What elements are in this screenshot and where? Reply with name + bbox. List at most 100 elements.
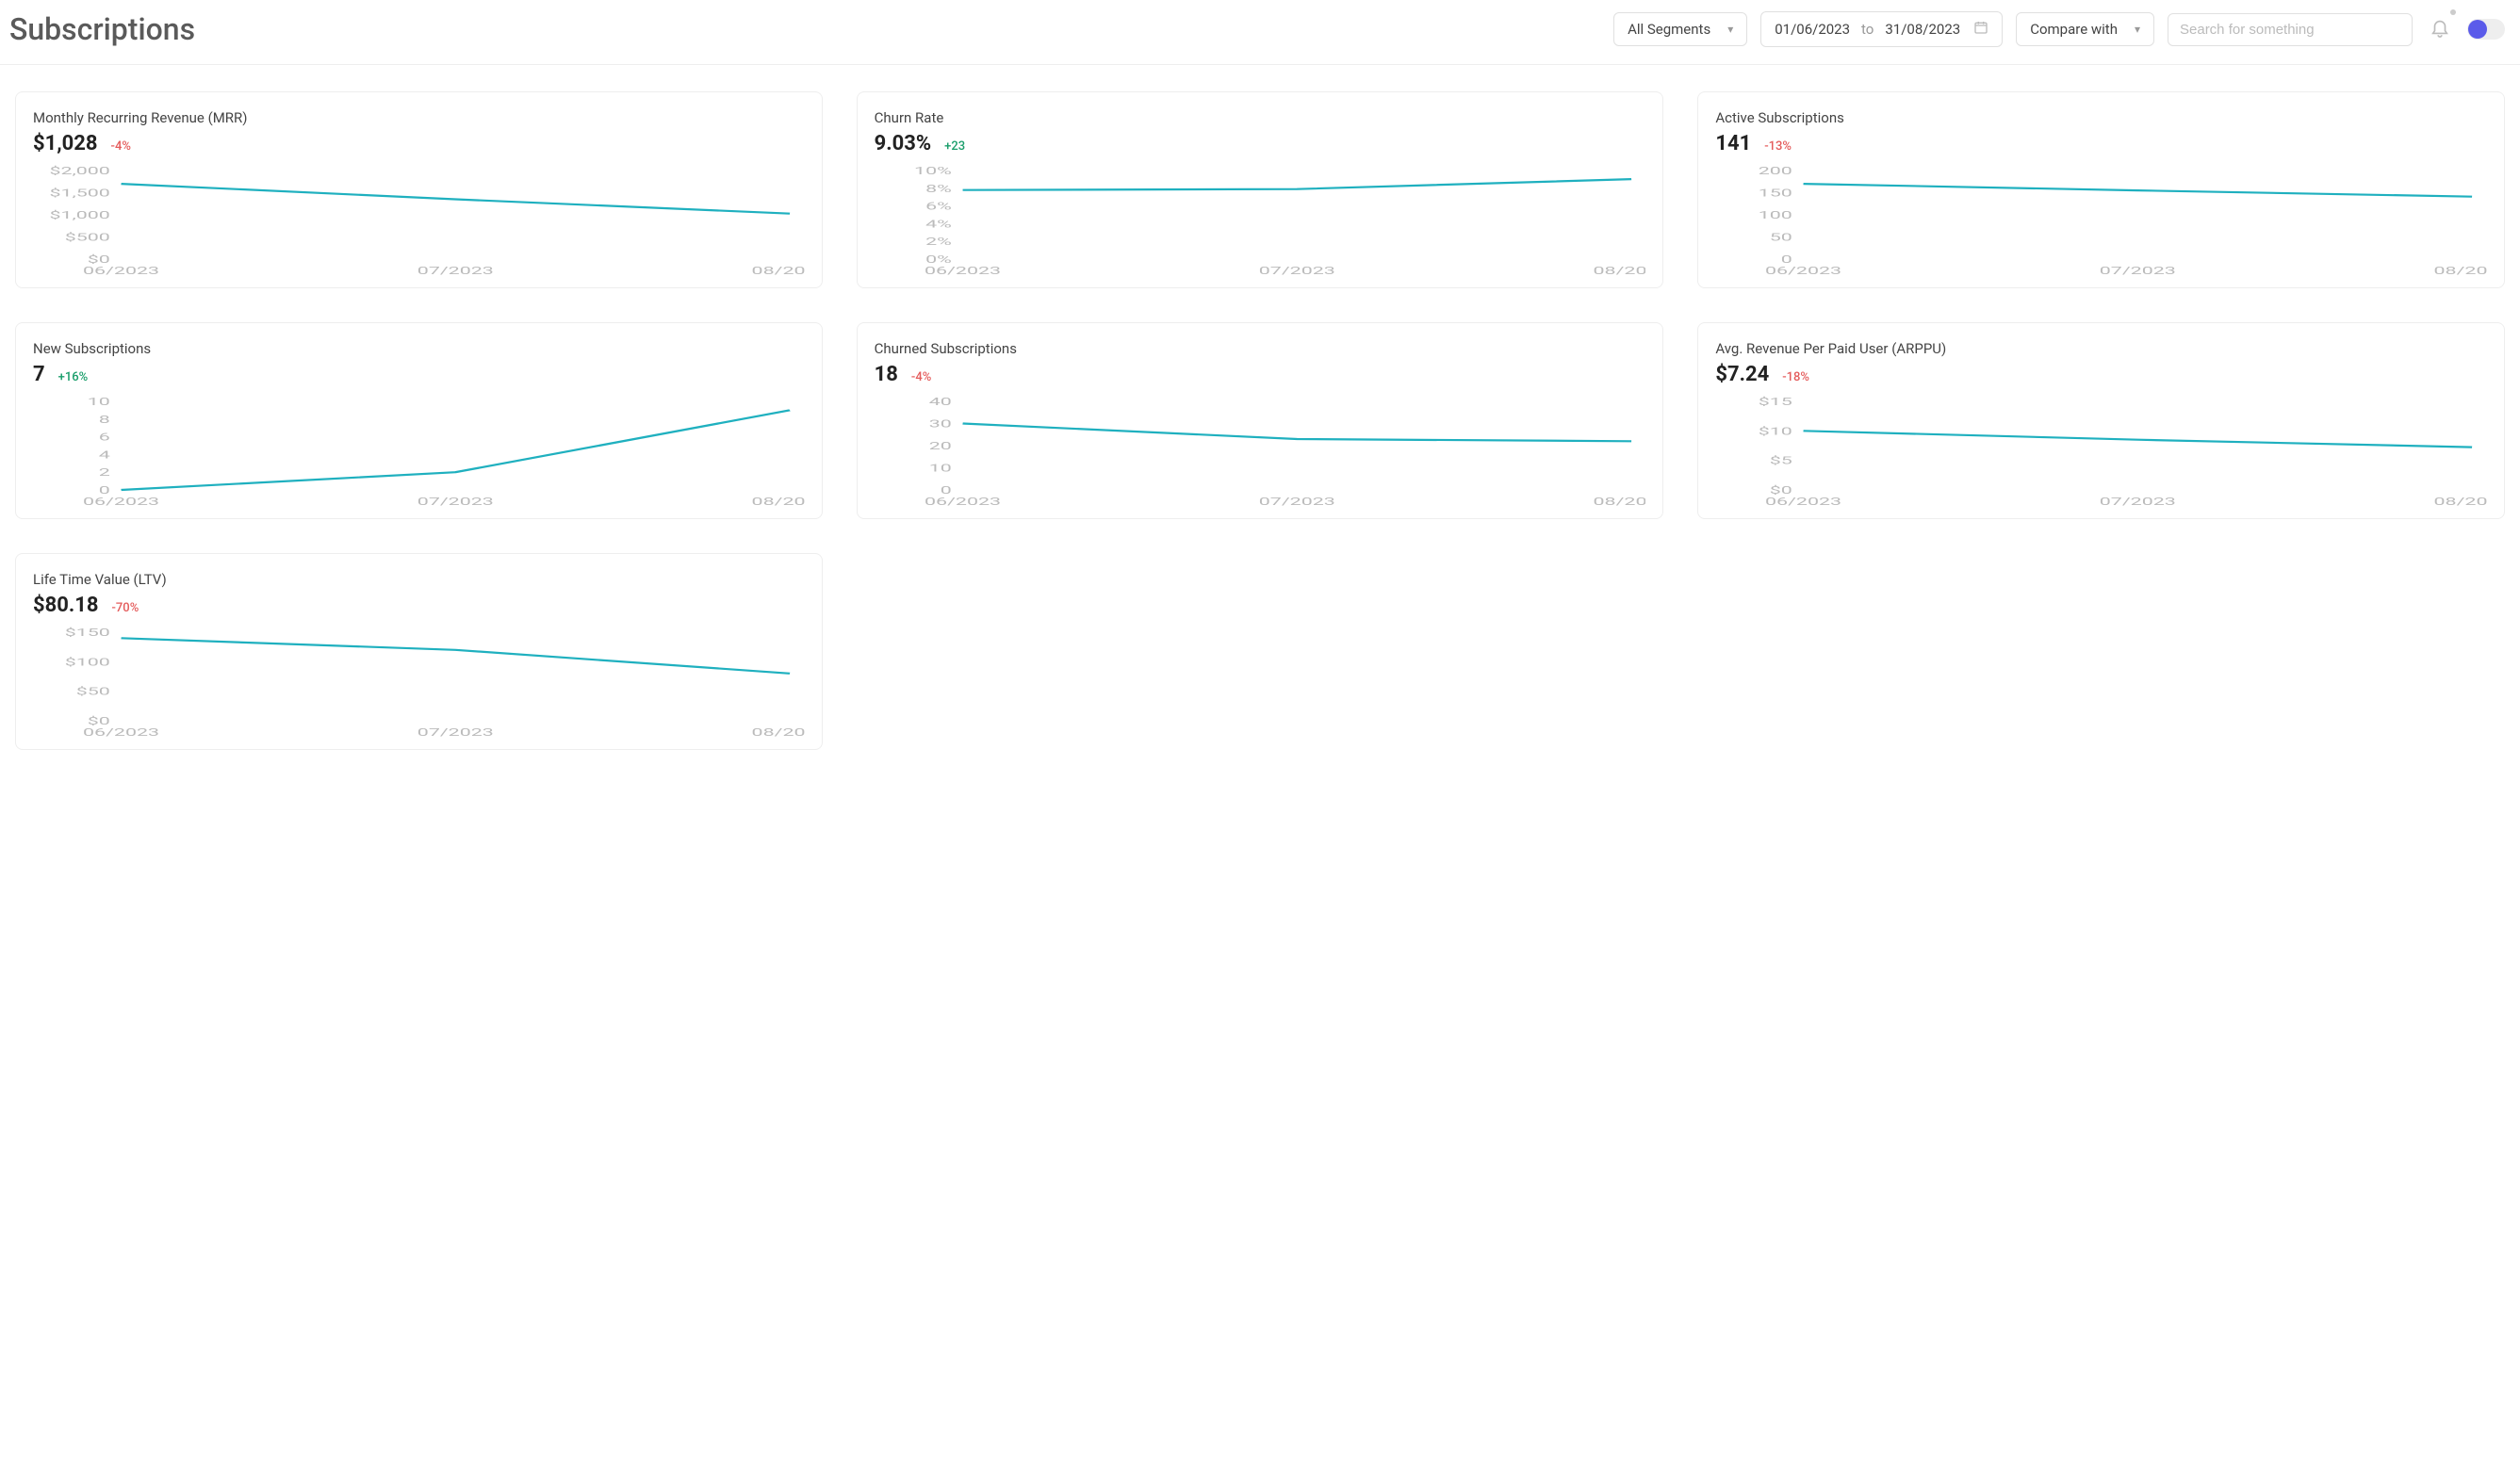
theme-toggle[interactable] bbox=[2467, 19, 2505, 40]
metric-title: Churned Subscriptions bbox=[875, 340, 1646, 357]
svg-text:08/2023: 08/2023 bbox=[752, 496, 805, 508]
svg-text:07/2023: 07/2023 bbox=[1258, 265, 1334, 277]
metric-title: New Subscriptions bbox=[33, 340, 805, 357]
svg-text:$0: $0 bbox=[88, 715, 110, 727]
svg-text:06/2023: 06/2023 bbox=[83, 726, 159, 739]
sparkline-chart: 10%8%6%4%2%0%06/202307/202308/2023 bbox=[875, 165, 1646, 278]
svg-text:$1,500: $1,500 bbox=[49, 187, 109, 200]
svg-text:07/2023: 07/2023 bbox=[417, 265, 494, 277]
svg-text:06/2023: 06/2023 bbox=[925, 265, 1001, 277]
svg-text:2%: 2% bbox=[925, 236, 952, 249]
svg-text:8: 8 bbox=[99, 414, 110, 426]
svg-text:$2,000: $2,000 bbox=[49, 165, 109, 177]
metric-card-churn[interactable]: Churn Rate9.03%+2310%8%6%4%2%0%06/202307… bbox=[857, 91, 1664, 288]
svg-text:$100: $100 bbox=[65, 657, 110, 669]
date-to: 31/08/2023 bbox=[1885, 21, 1960, 38]
metric-value: $1,028 bbox=[33, 132, 98, 155]
metric-title: Monthly Recurring Revenue (MRR) bbox=[33, 109, 805, 126]
svg-text:06/2023: 06/2023 bbox=[925, 496, 1001, 508]
svg-text:0%: 0% bbox=[925, 253, 952, 266]
date-range-picker[interactable]: 01/06/2023 to 31/08/2023 bbox=[1760, 11, 2003, 47]
metric-card-active[interactable]: Active Subscriptions 141 -13% 200 150 100 50 0 0… bbox=[1697, 91, 2505, 288]
svg-text:$0: $0 bbox=[88, 253, 110, 266]
metric-delta: -18% bbox=[1782, 370, 1809, 384]
notifications-button[interactable] bbox=[2426, 13, 2454, 45]
svg-text:08/2023: 08/2023 bbox=[752, 265, 805, 277]
svg-text:10: 10 bbox=[928, 463, 951, 475]
date-from: 01/06/2023 bbox=[1775, 21, 1850, 38]
svg-text:100: 100 bbox=[1759, 209, 1792, 221]
calendar-icon bbox=[1973, 20, 1988, 39]
svg-text:40: 40 bbox=[928, 396, 951, 408]
value-row: 141 -13% bbox=[1715, 132, 2487, 155]
compare-select[interactable]: Compare with ▾ bbox=[2016, 12, 2154, 46]
value-row: $1,028 -4% bbox=[33, 132, 805, 155]
compare-select-label: Compare with bbox=[2030, 21, 2118, 38]
svg-text:$150: $150 bbox=[65, 627, 110, 639]
svg-text:08/2023: 08/2023 bbox=[1593, 265, 1645, 277]
svg-text:07/2023: 07/2023 bbox=[417, 496, 494, 508]
metric-card-arppu[interactable]: Avg. Revenue Per Paid User (ARPPU) $7.24-… bbox=[1697, 322, 2505, 519]
metric-delta: -4% bbox=[111, 139, 131, 154]
svg-text:06/2023: 06/2023 bbox=[83, 265, 159, 277]
svg-text:$50: $50 bbox=[76, 686, 110, 698]
metric-delta: -70% bbox=[112, 601, 139, 615]
metric-value: 9.03% bbox=[875, 132, 932, 155]
svg-text:4: 4 bbox=[99, 449, 111, 462]
page-title: Subscriptions bbox=[9, 11, 195, 47]
svg-text:07/2023: 07/2023 bbox=[2100, 265, 2176, 277]
svg-text:4%: 4% bbox=[925, 219, 952, 231]
svg-text:30: 30 bbox=[928, 418, 951, 431]
chevron-down-icon: ▾ bbox=[1727, 23, 1733, 36]
metric-title: Life Time Value (LTV) bbox=[33, 571, 805, 588]
value-row: 18-4% bbox=[875, 363, 1646, 386]
svg-text:50: 50 bbox=[1770, 232, 1792, 244]
svg-text:08/2023: 08/2023 bbox=[1593, 496, 1645, 508]
metric-value: $80.18 bbox=[33, 594, 99, 617]
sparkline-chart: 40302010006/202307/202308/2023 bbox=[875, 396, 1646, 509]
svg-text:6%: 6% bbox=[925, 201, 952, 213]
metric-value: 7 bbox=[33, 363, 45, 386]
metric-value: 18 bbox=[875, 363, 898, 386]
cards-grid: Monthly Recurring Revenue (MRR) $1,028 -4%… bbox=[0, 65, 2520, 776]
metric-title: Active Subscriptions bbox=[1715, 109, 2487, 126]
svg-text:$15: $15 bbox=[1759, 396, 1792, 408]
sparkline-chart: $2,000$1,500$1,000$500$006/202307/202308… bbox=[33, 165, 805, 278]
toggle-knob bbox=[2468, 20, 2487, 39]
segments-select[interactable]: All Segments ▾ bbox=[1613, 12, 1747, 46]
svg-text:0: 0 bbox=[940, 484, 951, 497]
svg-text:08/2023: 08/2023 bbox=[2434, 496, 2487, 508]
metric-card-churned[interactable]: Churned Subscriptions 18-4% 40 30 20 10 006/20… bbox=[857, 322, 1664, 519]
metric-delta: +16% bbox=[58, 370, 89, 384]
value-row: 7 +16% bbox=[33, 363, 805, 386]
sparkline-chart: $15$10$5$006/202307/202308/2023 bbox=[1715, 396, 2487, 509]
svg-text:$5: $5 bbox=[1770, 455, 1792, 467]
metric-card-mrr[interactable]: Monthly Recurring Revenue (MRR) $1,028 -4%… bbox=[15, 91, 823, 288]
metric-delta: -13% bbox=[1764, 139, 1792, 154]
metric-delta: +23 bbox=[944, 139, 965, 154]
notification-dot-icon bbox=[2450, 9, 2456, 15]
sparkline-chart: 20015010050006/202307/202308/2023 bbox=[1715, 165, 2487, 278]
svg-text:06/2023: 06/2023 bbox=[1765, 496, 1841, 508]
svg-text:07/2023: 07/2023 bbox=[2100, 496, 2176, 508]
value-row: 9.03% +23 bbox=[875, 132, 1646, 155]
search-input[interactable] bbox=[2168, 13, 2413, 46]
svg-text:0: 0 bbox=[1781, 253, 1792, 266]
metric-card-new[interactable]: New Subscriptions7+16%108642006/202307/2… bbox=[15, 322, 823, 519]
svg-text:08/2023: 08/2023 bbox=[752, 726, 805, 739]
segments-select-label: All Segments bbox=[1628, 21, 1710, 38]
svg-text:$1,000: $1,000 bbox=[49, 209, 109, 221]
svg-text:20: 20 bbox=[928, 440, 951, 452]
sparkline-chart: $150$100$50$006/202307/202308/2023 bbox=[33, 627, 805, 740]
metric-value: $7.24 bbox=[1715, 363, 1769, 386]
metric-value: 141 bbox=[1715, 132, 1751, 155]
chevron-down-icon: ▾ bbox=[2135, 23, 2140, 36]
value-row: $7.24 -18% bbox=[1715, 363, 2487, 386]
metric-card-ltv[interactable]: Life Time Value (LTV) $80.18 -70%$150 $100 $… bbox=[15, 553, 823, 750]
metric-title: Churn Rate bbox=[875, 109, 1646, 126]
svg-text:08/2023: 08/2023 bbox=[2434, 265, 2487, 277]
svg-text:10: 10 bbox=[88, 396, 110, 408]
svg-text:200: 200 bbox=[1759, 165, 1792, 177]
svg-text:150: 150 bbox=[1759, 187, 1792, 200]
metric-title: Avg. Revenue Per Paid User (ARPPU) bbox=[1715, 340, 2487, 357]
